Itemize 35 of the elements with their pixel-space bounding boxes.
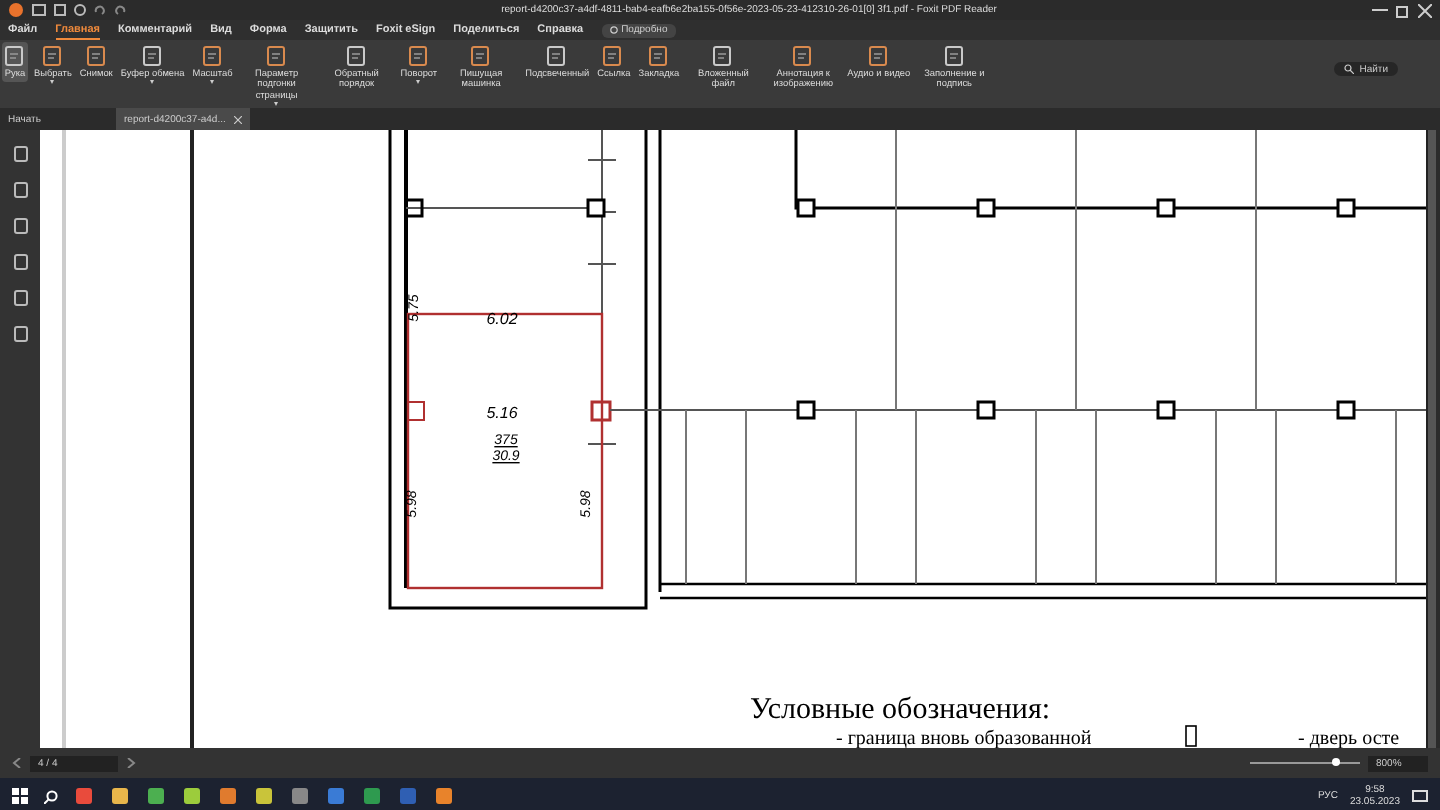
windows-start-icon[interactable] — [12, 788, 28, 804]
document-icon — [4, 46, 26, 66]
document-icon — [85, 46, 108, 66]
document-icon — [867, 46, 890, 66]
document-icon — [265, 46, 288, 66]
document-icon — [712, 46, 735, 66]
redo-icon[interactable] — [114, 4, 126, 16]
zoom-thumb[interactable] — [1331, 758, 1340, 766]
document-icon — [647, 46, 670, 66]
document-icon — [41, 46, 64, 66]
document-icon — [792, 46, 815, 66]
legend-text: - граница вновь образованной — [836, 728, 1092, 748]
dimension-label: 6.02 — [486, 310, 518, 328]
legend-text: - дверь осте — [1298, 728, 1400, 748]
door-symbol — [1185, 725, 1197, 747]
app-logo-icon — [8, 2, 24, 18]
first-page-icon[interactable] — [12, 758, 22, 768]
document-icon — [345, 46, 368, 66]
document-icon — [201, 46, 224, 66]
close-icon[interactable] — [1418, 3, 1432, 17]
dimension-label: 5.16 — [486, 404, 518, 422]
legend-title: Условные обозначения: — [750, 694, 1051, 726]
close-icon[interactable] — [233, 115, 242, 123]
document-icon — [141, 46, 164, 66]
notification-icon[interactable] — [1412, 789, 1428, 803]
scrollbar[interactable] — [1426, 130, 1436, 748]
document-icon — [602, 46, 625, 66]
document-icon — [470, 46, 493, 66]
restore-icon[interactable] — [1396, 3, 1410, 17]
undo-icon[interactable] — [94, 4, 106, 16]
document-icon — [407, 46, 430, 66]
next-page-icon[interactable] — [126, 758, 136, 768]
minimize-icon[interactable] — [1372, 4, 1388, 16]
document-icon — [943, 46, 966, 66]
document-icon — [546, 46, 569, 66]
